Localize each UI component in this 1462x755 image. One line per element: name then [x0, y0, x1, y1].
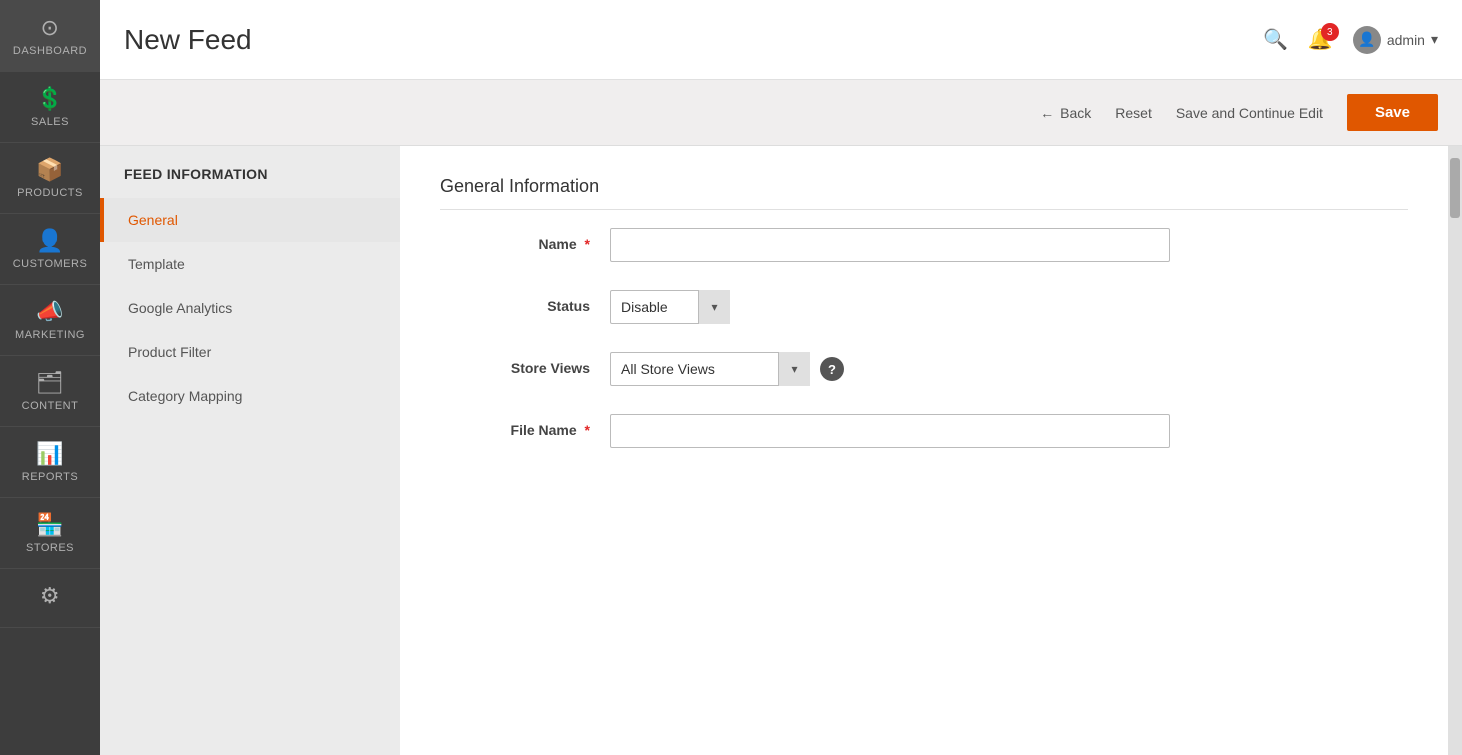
name-label: Name * [450, 228, 610, 252]
form-area: General Information Name * Status [400, 146, 1448, 755]
nav-item-google-analytics[interactable]: Google Analytics [100, 286, 400, 330]
admin-label: admin [1387, 32, 1425, 48]
nav-item-general[interactable]: General [100, 198, 400, 242]
status-field-row: Status Disable Enable ▾ [440, 290, 1408, 324]
sidebar-item-label: REPORTS [22, 471, 78, 483]
sidebar-item-label: SALES [31, 116, 69, 128]
store-views-label: Store Views [450, 352, 610, 376]
store-select-wrapper: All Store Views ▾ [610, 352, 810, 386]
file-name-label: File Name * [450, 414, 610, 438]
sidebar-item-customers[interactable]: 👤 CUSTOMERS [0, 214, 100, 285]
nav-item-template[interactable]: Template [100, 242, 400, 286]
general-information-title: General Information [440, 176, 1408, 210]
arrow-left-icon: ← [1040, 105, 1054, 121]
search-button[interactable]: 🔍 [1263, 27, 1288, 52]
back-button[interactable]: ← Back [1040, 105, 1091, 121]
dashboard-icon: ⊙ [41, 15, 60, 41]
file-name-field-row: File Name * [440, 414, 1408, 448]
help-icon[interactable]: ? [820, 357, 844, 381]
sidebar-item-sales[interactable]: 💲 SALES [0, 72, 100, 143]
sidebar-item-marketing[interactable]: 📣 MARKETING [0, 285, 100, 356]
name-control [610, 228, 1190, 262]
chevron-down-icon: ▾ [1431, 31, 1438, 48]
name-required-star: * [585, 236, 590, 252]
back-label: Back [1060, 105, 1091, 121]
sidebar-item-label: STORES [26, 542, 74, 554]
status-select[interactable]: Disable Enable [610, 290, 730, 324]
store-views-field-row: Store Views All Store Views ▾ ? [440, 352, 1408, 386]
nav-item-product-filter[interactable]: Product Filter [100, 330, 400, 374]
name-input[interactable] [610, 228, 1170, 262]
sidebar-item-products[interactable]: 📦 PRODUCTS [0, 143, 100, 214]
notification-button[interactable]: 🔔 3 [1308, 27, 1333, 52]
sidebar: ⊙ DASHBOARD 💲 SALES 📦 PRODUCTS 👤 CUSTOME… [0, 0, 100, 755]
admin-menu-button[interactable]: 👤 admin ▾ [1353, 26, 1438, 54]
save-button[interactable]: Save [1347, 94, 1438, 131]
store-views-select[interactable]: All Store Views [610, 352, 810, 386]
sidebar-item-content[interactable]: 🗂 CONTENT [0, 356, 100, 427]
content-icon: 🗂 [36, 370, 64, 396]
name-field-row: Name * [440, 228, 1408, 262]
content-area: FEED INFORMATION General Template Google… [100, 146, 1462, 755]
avatar: 👤 [1353, 26, 1381, 54]
sidebar-item-label: MARKETING [15, 329, 85, 341]
scrollbar-thumb [1450, 158, 1460, 218]
save-continue-label: Save and Continue Edit [1176, 105, 1323, 121]
marketing-icon: 📣 [36, 299, 64, 325]
left-nav-panel: FEED INFORMATION General Template Google… [100, 146, 400, 755]
status-control: Disable Enable ▾ [610, 290, 1190, 324]
save-continue-button[interactable]: Save and Continue Edit [1176, 105, 1323, 121]
feed-information-title: FEED INFORMATION [100, 146, 400, 198]
products-icon: 📦 [36, 157, 64, 183]
sidebar-item-label: CONTENT [22, 400, 79, 412]
system-icon: ⚙ [40, 583, 60, 609]
notification-badge: 3 [1321, 23, 1339, 41]
customers-icon: 👤 [36, 228, 64, 254]
sidebar-item-label: PRODUCTS [17, 187, 83, 199]
reset-label: Reset [1115, 105, 1152, 121]
file-name-required-star: * [585, 422, 590, 438]
nav-item-category-mapping[interactable]: Category Mapping [100, 374, 400, 418]
file-name-control [610, 414, 1190, 448]
top-header: New Feed 🔍 🔔 3 👤 admin ▾ [100, 0, 1462, 80]
sidebar-item-label: CUSTOMERS [13, 258, 88, 270]
sales-icon: 💲 [36, 86, 64, 112]
scrollbar[interactable] [1448, 146, 1462, 755]
search-icon: 🔍 [1263, 29, 1288, 51]
action-bar: ← Back Reset Save and Continue Edit Save [100, 80, 1462, 146]
sidebar-item-stores[interactable]: 🏪 STORES [0, 498, 100, 569]
sidebar-item-reports[interactable]: 📊 REPORTS [0, 427, 100, 498]
stores-icon: 🏪 [36, 512, 64, 538]
page-title: New Feed [124, 24, 252, 56]
sidebar-item-dashboard[interactable]: ⊙ DASHBOARD [0, 0, 100, 72]
sidebar-item-label: DASHBOARD [13, 45, 87, 57]
store-views-wrapper: All Store Views ▾ ? [610, 352, 844, 386]
main-content: New Feed 🔍 🔔 3 👤 admin ▾ ← Back Reset [100, 0, 1462, 755]
status-select-wrapper: Disable Enable ▾ [610, 290, 730, 324]
sidebar-item-system[interactable]: ⚙ [0, 569, 100, 628]
reports-icon: 📊 [36, 441, 64, 467]
file-name-input[interactable] [610, 414, 1170, 448]
status-label: Status [450, 290, 610, 314]
header-actions: 🔍 🔔 3 👤 admin ▾ [1263, 26, 1438, 54]
reset-button[interactable]: Reset [1115, 105, 1152, 121]
store-views-control: All Store Views ▾ ? [610, 352, 1190, 386]
